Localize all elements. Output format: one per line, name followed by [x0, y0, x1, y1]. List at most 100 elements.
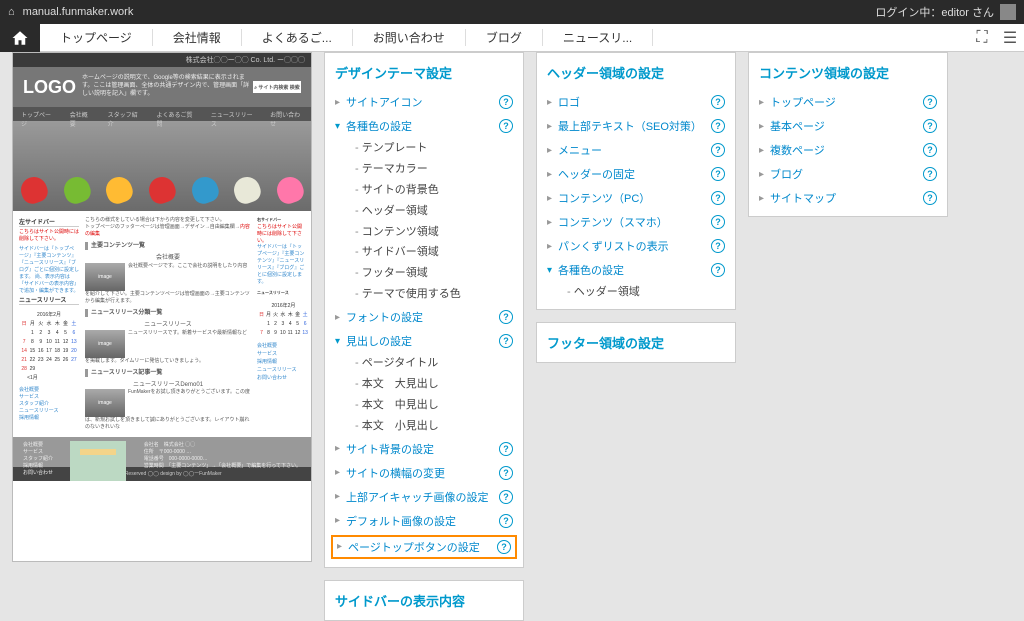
setting-link[interactable]: 各種色の設定 [558, 262, 711, 278]
help-icon[interactable]: ? [497, 540, 511, 554]
sub-item[interactable]: サイトの背景色 [355, 180, 513, 201]
setting-row[interactable]: ▸サイトアイコン? [335, 90, 513, 114]
chevron-icon: ▸ [759, 121, 764, 132]
setting-row[interactable]: ▸ ページトップボタンの設定? [331, 535, 517, 559]
setting-link[interactable]: ヘッダーの固定 [558, 166, 711, 182]
setting-link[interactable]: 最上部テキスト（SEO対策） [558, 118, 711, 134]
help-icon[interactable]: ? [499, 310, 513, 324]
help-icon[interactable]: ? [711, 95, 725, 109]
nav-item[interactable]: 会社情報 [153, 29, 242, 46]
setting-row[interactable]: ▸コンテンツ（スマホ）? [547, 210, 725, 234]
chevron-icon: ▸ [335, 467, 340, 478]
help-icon[interactable]: ? [711, 119, 725, 133]
setting-row[interactable]: ▸ブログ? [759, 162, 937, 186]
help-icon[interactable]: ? [923, 191, 937, 205]
sub-item[interactable]: 本文 小見出し [355, 416, 513, 437]
setting-link[interactable]: パンくずリストの表示 [558, 238, 711, 254]
setting-row[interactable]: ▸最上部テキスト（SEO対策）? [547, 114, 725, 138]
chevron-icon: ▸ [335, 312, 340, 323]
sub-item[interactable]: ヘッダー領域 [567, 282, 725, 303]
setting-link[interactable]: コンテンツ（スマホ） [558, 214, 711, 230]
setting-link[interactable]: サイト背景の設定 [346, 441, 499, 457]
nav-item[interactable]: ブログ [466, 29, 543, 46]
home-button[interactable] [0, 24, 40, 52]
help-icon[interactable]: ? [923, 167, 937, 181]
setting-row[interactable]: ▸デフォルト画像の設定? [335, 509, 513, 533]
help-icon[interactable]: ? [711, 167, 725, 181]
setting-link[interactable]: ページトップボタンの設定 [348, 539, 497, 555]
setting-row[interactable]: ▸ロゴ? [547, 90, 725, 114]
url-text: manual.funmaker.work [23, 6, 134, 18]
help-icon[interactable]: ? [711, 263, 725, 277]
sub-item[interactable]: テンプレート [355, 138, 513, 159]
nav-item[interactable]: トップページ [40, 29, 153, 46]
setting-row[interactable]: ▸ サイトの横幅の変更? [335, 461, 513, 485]
help-icon[interactable]: ? [923, 95, 937, 109]
nav-item[interactable]: よくあるご... [242, 29, 353, 46]
setting-row[interactable]: ▸複数ページ? [759, 138, 937, 162]
chevron-icon: ▸ [759, 97, 764, 108]
setting-row[interactable]: ▸ヘッダーの固定? [547, 162, 725, 186]
avatar[interactable] [1000, 4, 1016, 20]
setting-row[interactable]: ▸パンくずリストの表示? [547, 234, 725, 258]
top-bar: ⌂ manual.funmaker.work ログイン中：editor さん [0, 0, 1024, 24]
setting-link[interactable]: 上部アイキャッチ画像の設定 [346, 489, 499, 505]
help-icon[interactable]: ? [499, 95, 513, 109]
help-icon[interactable]: ? [499, 442, 513, 456]
setting-link[interactable]: ロゴ [558, 94, 711, 110]
panel-footer-area: フッター領域の設定 [536, 322, 736, 363]
setting-link[interactable]: サイトの横幅の変更 [346, 465, 499, 481]
setting-link[interactable]: ブログ [770, 166, 923, 182]
chevron-icon: ▸ [337, 541, 342, 552]
setting-link[interactable]: 基本ページ [770, 118, 923, 134]
setting-row[interactable]: ▸サイト背景の設定? [335, 437, 513, 461]
setting-link[interactable]: コンテンツ（PC） [558, 190, 711, 206]
help-icon[interactable]: ? [711, 239, 725, 253]
setting-row[interactable]: ▸ フォントの設定? [335, 305, 513, 329]
sub-item[interactable]: テーマで使用する色 [355, 284, 513, 305]
setting-link[interactable]: フォントの設定 [346, 309, 499, 325]
help-icon[interactable]: ? [711, 143, 725, 157]
setting-row[interactable]: ▸上部アイキャッチ画像の設定? [335, 485, 513, 509]
setting-row[interactable]: ▾見出しの設定? [335, 329, 513, 353]
setting-row[interactable]: ▸コンテンツ（PC）? [547, 186, 725, 210]
nav-bar: トップページ会社情報よくあるご...お問い合わせブログニュースリ... ⛶ ☰ [0, 24, 1024, 52]
nav-item[interactable]: お問い合わせ [353, 29, 466, 46]
nav-item[interactable]: ニュースリ... [543, 29, 653, 46]
setting-link[interactable]: 見出しの設定 [346, 333, 499, 349]
help-icon[interactable]: ? [499, 514, 513, 528]
help-icon[interactable]: ? [923, 143, 937, 157]
help-icon[interactable]: ? [499, 490, 513, 504]
setting-row[interactable]: ▸メニュー? [547, 138, 725, 162]
sub-item[interactable]: 本文 大見出し [355, 374, 513, 395]
help-icon[interactable]: ? [923, 119, 937, 133]
setting-row[interactable]: ▸ 基本ページ? [759, 114, 937, 138]
setting-row[interactable]: ▾ 各種色の設定? [335, 114, 513, 138]
setting-row[interactable]: ▸サイトマップ? [759, 186, 937, 210]
setting-link[interactable]: サイトアイコン [346, 94, 499, 110]
sub-item[interactable]: ページタイトル [355, 353, 513, 374]
setting-row[interactable]: ▾各種色の設定? [547, 258, 725, 282]
menu-button[interactable]: ☰ [996, 24, 1024, 52]
chevron-icon: ▾ [335, 121, 340, 132]
sub-item[interactable]: サイドバー領域 [355, 242, 513, 263]
help-icon[interactable]: ? [499, 119, 513, 133]
setting-link[interactable]: メニュー [558, 142, 711, 158]
setting-link[interactable]: サイトマップ [770, 190, 923, 206]
setting-link[interactable]: デフォルト画像の設定 [346, 513, 499, 529]
sub-item[interactable]: テーマカラー [355, 159, 513, 180]
fullscreen-button[interactable]: ⛶ [968, 24, 996, 52]
setting-row[interactable]: ▸ トップページ? [759, 90, 937, 114]
sub-item[interactable]: 本文 中見出し [355, 395, 513, 416]
setting-link[interactable]: 複数ページ [770, 142, 923, 158]
setting-link[interactable]: トップページ [770, 94, 923, 110]
setting-link[interactable]: 各種色の設定 [346, 118, 499, 134]
help-icon[interactable]: ? [711, 215, 725, 229]
sub-item[interactable]: コンテンツ領域 [355, 222, 513, 243]
sub-item[interactable]: ヘッダー領域 [355, 201, 513, 222]
help-icon[interactable]: ? [711, 191, 725, 205]
help-icon[interactable]: ? [499, 334, 513, 348]
help-icon[interactable]: ? [499, 466, 513, 480]
sub-item[interactable]: フッター領域 [355, 263, 513, 284]
preview-search: ⌕ サイト内検索 検索 [253, 81, 301, 93]
